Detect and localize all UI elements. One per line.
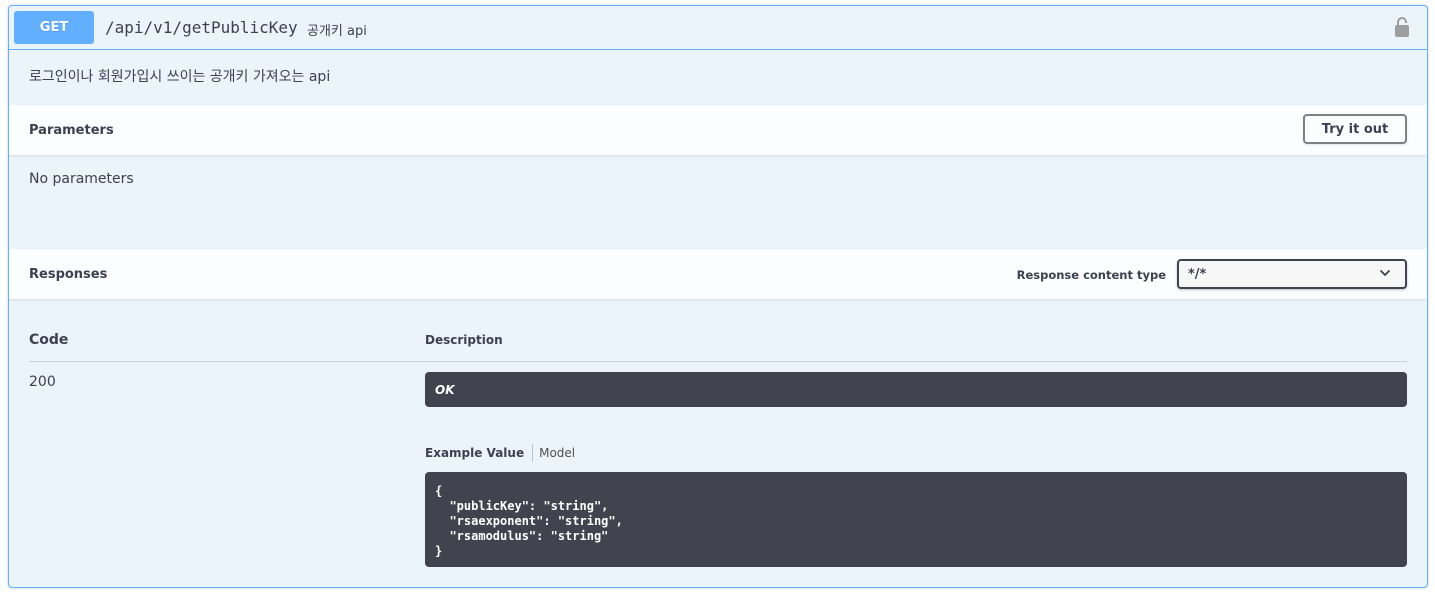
try-it-out-button[interactable]: Try it out [1303, 114, 1407, 144]
responses-header: Responses Response content type */* [9, 249, 1427, 299]
response-description: OK [425, 372, 1407, 407]
tab-example-value[interactable]: Example Value [425, 446, 524, 460]
operation-block: GET /api/v1/getPublicKey 공개키 api 로그인이나 회… [8, 5, 1428, 588]
response-content-type-select[interactable]: */* [1177, 259, 1407, 289]
response-content-type-label: Response content type [1016, 268, 1166, 282]
response-description-text: OK [435, 382, 455, 397]
description-column-header: Description [425, 333, 503, 347]
no-parameters-text: No parameters [29, 171, 134, 187]
tab-model[interactable]: Model [539, 446, 575, 460]
parameters-header: Parameters Try it out [9, 105, 1427, 155]
chevron-down-icon [1380, 270, 1390, 276]
operation-description: 로그인이나 회원가입시 쓰이는 공개키 가져오는 api [29, 69, 331, 85]
endpoint-summary: 공개키 api [307, 24, 367, 39]
response-content-type-value: */* [1188, 266, 1207, 282]
response-code: 200 [29, 374, 56, 390]
table-divider [29, 361, 1407, 362]
code-column-header: Code [29, 332, 69, 348]
parameters-title: Parameters [29, 123, 114, 138]
responses-title: Responses [29, 267, 108, 282]
lock-icon[interactable] [1394, 16, 1410, 38]
example-model-tabs: Example Value Model [425, 444, 575, 462]
endpoint-path: /api/v1/getPublicKey [105, 18, 298, 37]
example-value-code: { "publicKey": "string", "rsaexponent": … [425, 472, 1407, 567]
operation-summary[interactable]: GET /api/v1/getPublicKey 공개키 api [9, 6, 1427, 50]
tab-divider [532, 444, 534, 462]
method-badge: GET [14, 11, 94, 44]
